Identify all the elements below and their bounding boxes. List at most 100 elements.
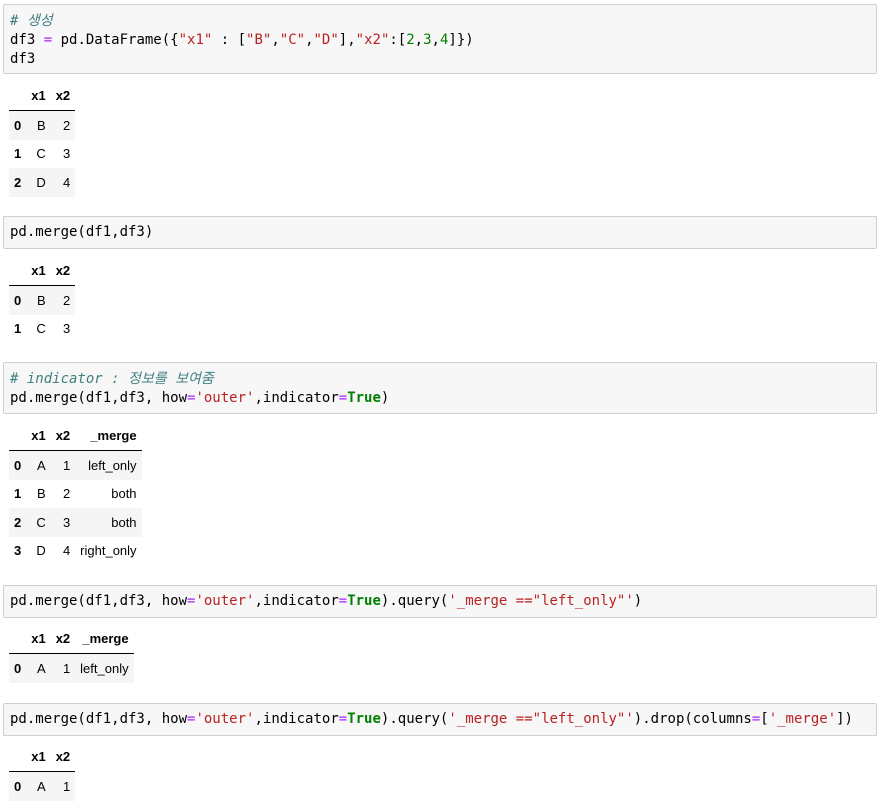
table-header-row: x1 x2 — [9, 742, 76, 772]
table-cell: 2 — [62, 292, 71, 308]
table-cell: both — [111, 514, 137, 530]
code-token: pd.merge(df1,df3, how — [10, 593, 188, 609]
table-cell: B — [37, 292, 46, 308]
code-cell[interactable]: pd.merge(df1,df3, how='outer',indicator=… — [3, 585, 877, 618]
table-cell: 2 — [62, 117, 71, 133]
column-header: _merge — [75, 421, 142, 451]
table-cell: both — [111, 486, 137, 502]
code-token: '_merge =="left_only"' — [448, 711, 634, 727]
code-token: = — [751, 711, 761, 727]
code-token: = — [338, 593, 348, 609]
code-token: True — [347, 711, 381, 727]
row-index: 3 — [14, 543, 22, 559]
dataframe-table: x1 x2 _merge 0 A 1 left_only — [9, 624, 134, 683]
table-cell: 3 — [62, 514, 71, 530]
code-token: '_merge =="left_only"' — [448, 593, 634, 609]
code-token: ]}) — [448, 32, 474, 48]
code-cell[interactable]: # 생성 df3 = pd.DataFrame({"x1" : ["B","C",… — [3, 4, 877, 74]
table-row: 1C3 — [9, 315, 75, 344]
code-token: pd.merge(df1,df3) — [10, 224, 154, 240]
code-token: True — [347, 390, 381, 406]
code-token: "x2" — [355, 32, 390, 48]
code-cell[interactable]: pd.merge(df1,df3) — [3, 216, 877, 249]
column-header: x1 — [26, 742, 51, 772]
row-index: 2 — [9, 168, 27, 197]
code-token: 3 — [423, 32, 432, 48]
code-line: # 생성 — [10, 12, 870, 31]
dataframe-table: x1 x2 0 B 2 1 C 3 — [9, 256, 76, 344]
code-token: 2 — [406, 32, 415, 48]
code-token: = — [43, 32, 53, 48]
table-cell: 1 — [62, 660, 71, 676]
row-index: 1 — [14, 486, 22, 502]
code-cell[interactable]: # indicator : 정보를 보여줌 pd.merge(df1,df3, h… — [3, 362, 877, 414]
code-token: True — [347, 593, 381, 609]
code-line: pd.merge(df1,df3, how='outer',indicator=… — [10, 592, 870, 611]
table-cell: B — [37, 486, 46, 502]
output-dataframe: x1 x2 0 B 2 1 C 3 — [9, 256, 76, 344]
row-index: 1 — [14, 321, 22, 337]
table-row: 0A1 — [9, 771, 76, 801]
table-row: 1C3 — [9, 140, 75, 169]
table-cell: C — [36, 514, 46, 530]
table-header-row: x1 x2 _merge — [9, 421, 142, 451]
code-token: ,indicator — [254, 711, 339, 727]
code-token: pd.DataFrame({ — [52, 32, 179, 48]
column-header — [9, 742, 27, 772]
code-line: df3 — [10, 50, 870, 69]
code-token: ).drop(columns — [633, 711, 752, 727]
code-token: "C" — [279, 32, 306, 48]
output-dataframe: x1 x2 _merge 0 A 1 left_only 1 B 2 both 2 C 3 both 3 D 4 r… — [9, 421, 142, 565]
column-header: x2 — [50, 624, 76, 654]
table-cell: 2 — [62, 486, 71, 502]
table-cell: C — [36, 146, 46, 162]
table-cell: A — [37, 778, 46, 794]
output-dataframe: x1 x2 _merge 0 A 1 left_only — [9, 624, 134, 683]
table-row: 0B2 — [9, 285, 76, 315]
column-header: x1 — [26, 256, 51, 286]
row-index: 1 — [14, 146, 22, 162]
row-index: 0 — [9, 285, 27, 315]
row-index: 0 — [9, 450, 27, 480]
column-header: x1 — [26, 624, 51, 654]
code-comment: # 생성 — [10, 13, 53, 29]
code-token: , — [414, 32, 424, 48]
code-token: ,indicator — [254, 390, 339, 406]
code-cell[interactable]: pd.merge(df1,df3, how='outer',indicator=… — [3, 703, 877, 736]
code-token: 'outer' — [195, 593, 255, 609]
column-header: x2 — [50, 742, 76, 772]
code-token: ]) — [836, 711, 853, 727]
table-cell: A — [37, 457, 46, 473]
code-token: , — [431, 32, 440, 48]
code-token: df3 — [10, 51, 36, 67]
code-token: : [ — [212, 32, 247, 48]
table-cell: right_only — [80, 543, 137, 559]
table-cell: 4 — [62, 174, 71, 190]
column-header: x2 — [50, 421, 76, 451]
row-index: 2 — [9, 508, 27, 537]
column-header: x1 — [26, 81, 51, 111]
dataframe-table: x1 x2 0 A 1 — [9, 742, 76, 801]
column-header: _merge — [75, 624, 134, 654]
row-index: 0 — [9, 653, 27, 683]
table-row: 1 B 2 both — [9, 480, 142, 509]
code-token: pd.merge(df1,df3, how — [10, 711, 188, 727]
code-token: df3 — [10, 32, 44, 48]
code-token: ], — [338, 32, 356, 48]
table-cell: D — [36, 543, 46, 559]
code-token: :[ — [389, 32, 407, 48]
code-line: df3 = pd.DataFrame({"x1" : ["B","C","D"]… — [10, 31, 870, 50]
table-row: 0B2 — [9, 110, 76, 140]
column-header — [9, 81, 27, 111]
column-header: x2 — [50, 81, 76, 111]
table-row: 2 C 3 both — [9, 508, 142, 537]
code-token: ).query( — [380, 593, 449, 609]
table-row: 0 A 1 left_only — [9, 653, 134, 683]
code-token: "x1" — [178, 32, 213, 48]
table-cell: left_only — [88, 457, 137, 473]
table-row: 3 D 4 right_only — [9, 537, 142, 566]
output-dataframe: x1 x2 0 A 1 — [9, 742, 76, 801]
table-row: 2D4 — [9, 168, 76, 197]
column-header — [9, 624, 27, 654]
code-token: = — [338, 390, 348, 406]
